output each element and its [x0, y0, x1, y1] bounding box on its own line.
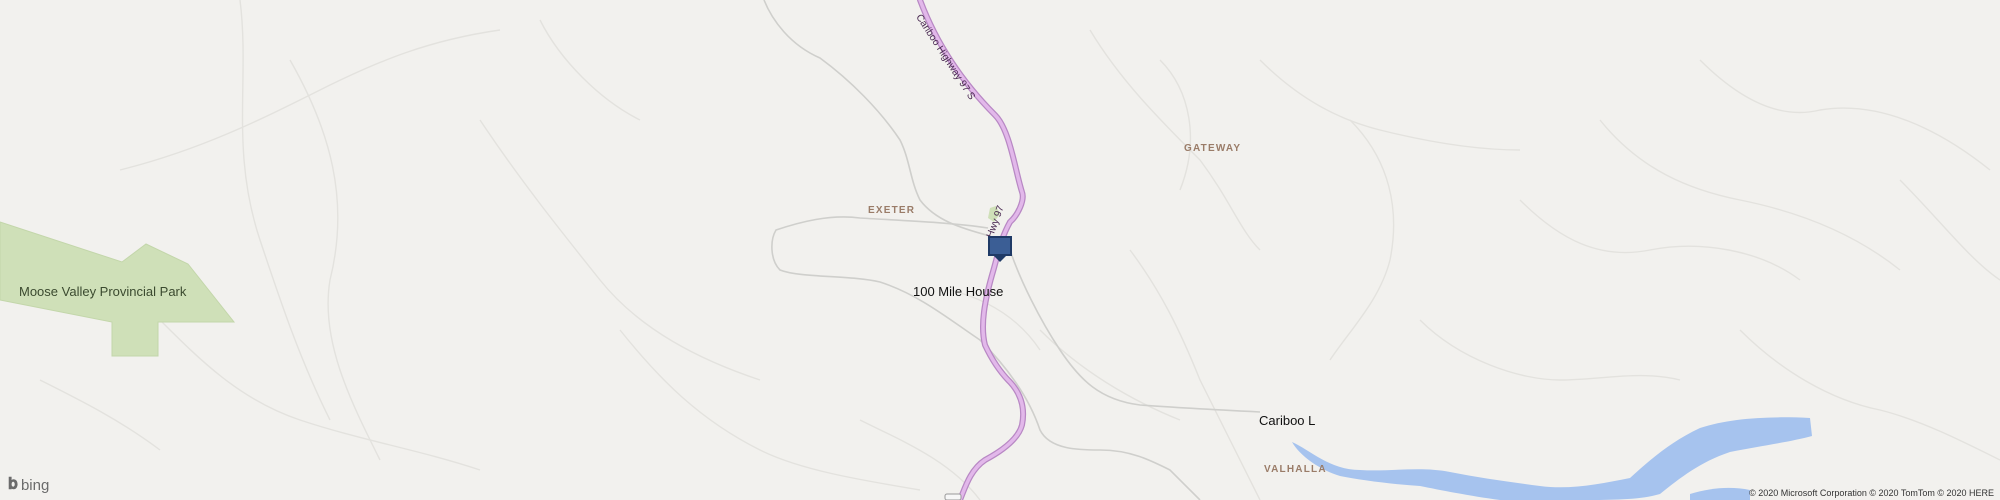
bing-b-icon: 𝐛	[8, 476, 18, 493]
park-label-moose-valley: Moose Valley Provincial Park	[19, 284, 187, 299]
location-pin-tip	[994, 256, 1006, 262]
lake-inlet	[1690, 487, 1750, 500]
bing-logo-text: bing	[20, 476, 50, 494]
highway-shield-icon	[944, 493, 962, 500]
town-cariboo[interactable]: Cariboo L	[1259, 413, 1315, 428]
lake	[1292, 417, 1812, 500]
locality-exeter: EXETER	[868, 205, 916, 216]
bing-logo[interactable]: 𝐛 bing	[8, 476, 49, 494]
copyright-notice: © 2020 Microsoft Corporation © 2020 TomT…	[1749, 488, 1994, 498]
location-pin-icon[interactable]	[988, 236, 1012, 256]
local-roads	[763, 0, 1261, 500]
town-100-mile-house[interactable]: 100 Mile House	[913, 284, 1003, 299]
locality-gateway: GATEWAY	[1184, 143, 1242, 154]
locality-valhalla: VALHALLA	[1264, 464, 1327, 475]
map-canvas[interactable]: Cariboo Highway 97 S Hwy 97 GATEWAY EXET…	[0, 0, 2000, 500]
